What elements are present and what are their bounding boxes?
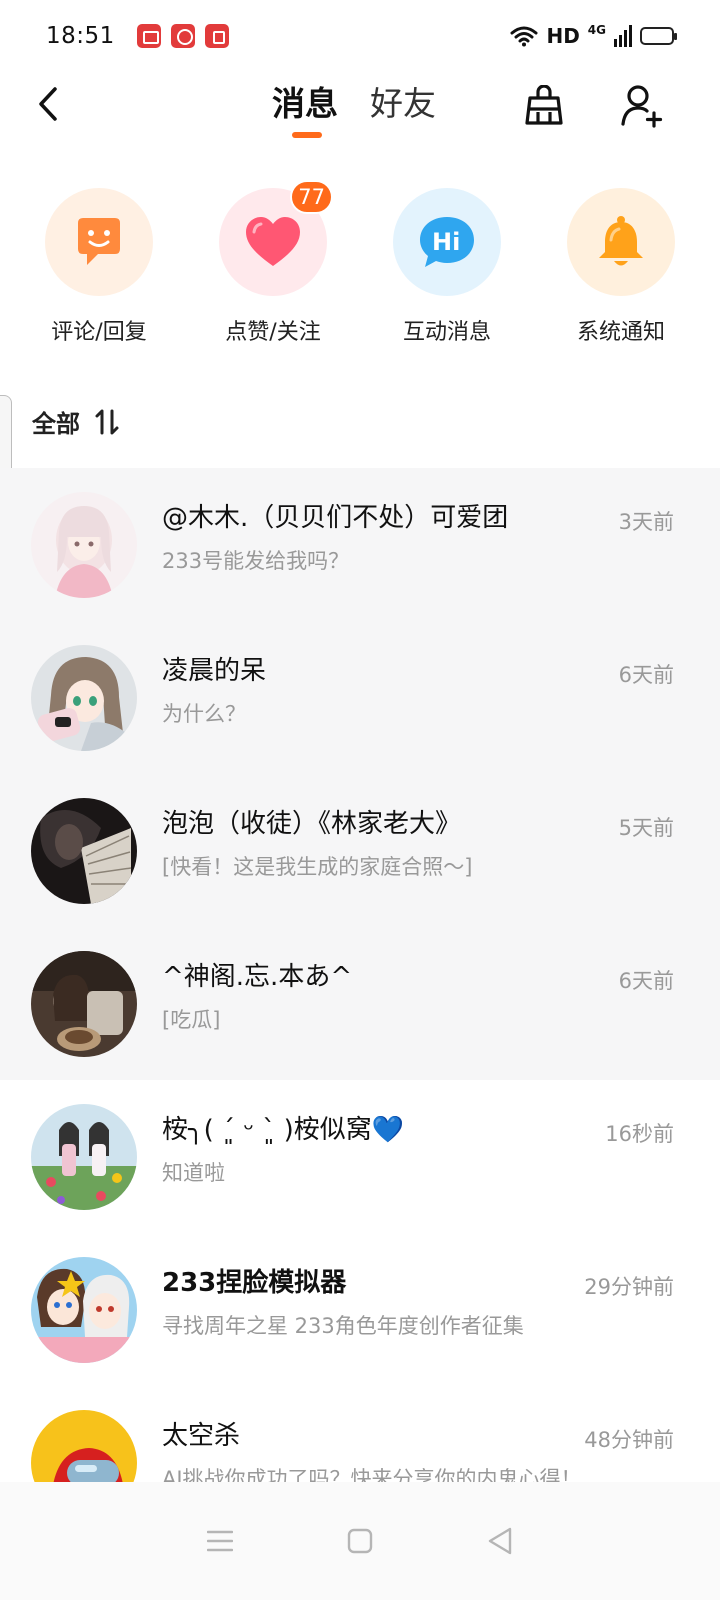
conversation-row[interactable]: 233捏脸模拟器 寻找周年之星 233角色年度创作者征集 29分钟前	[0, 1233, 720, 1386]
add-friend-button[interactable]	[618, 82, 666, 130]
home-icon	[347, 1528, 373, 1554]
conversation-name: 桉╮( ´͈ ᵕ `͈ )桉似窝💙	[162, 1115, 405, 1145]
top-header: 消息 好友	[0, 72, 720, 154]
svg-text:Hi: Hi	[432, 228, 460, 256]
conversation-time: 29分钟前	[584, 1275, 674, 1299]
add-friend-icon	[621, 85, 663, 128]
home-button[interactable]	[338, 1519, 382, 1563]
conversation-time: 5天前	[618, 816, 674, 840]
status-time: 18:51	[46, 23, 115, 49]
conversation-time: 6天前	[618, 663, 674, 687]
conversation-list: @木木.（贝贝们不处）可爱团 233号能发给我吗？ 3天前 凌晨的呆 为什么？ …	[0, 468, 720, 1482]
avatar	[31, 1410, 137, 1482]
conversation-message: [吃瓜]	[162, 1008, 221, 1032]
category-comments-label: 评论/回复	[51, 320, 147, 345]
tab-friends[interactable]: 好友	[370, 80, 436, 140]
battery-icon	[640, 27, 677, 45]
conversation-message: 知道啦	[162, 1161, 225, 1185]
conversation-row[interactable]: 桉╮( ´͈ ᵕ `͈ )桉似窝💙 知道啦 16秒前	[0, 1080, 720, 1233]
likes-badge: 77	[290, 180, 333, 214]
status-bar: 18:51 HD 4G	[0, 0, 720, 72]
signal-icon	[614, 25, 632, 47]
shop-app-icon	[170, 24, 195, 48]
wifi-icon	[510, 26, 538, 47]
conversation-row[interactable]: 太空杀 AI挑战你成功了吗？快来分享你的内鬼心得！ 48分钟前	[0, 1386, 720, 1482]
avatar	[31, 1104, 137, 1210]
avatar	[31, 645, 137, 751]
conversation-message: AI挑战你成功了吗？快来分享你的内鬼心得！	[162, 1467, 582, 1482]
conversation-name: 太空杀	[162, 1421, 241, 1451]
tab-active-indicator	[292, 132, 322, 138]
avatar	[31, 1257, 137, 1363]
avatar	[31, 951, 137, 1057]
notification-app-icon	[204, 24, 229, 48]
conversation-time: 6天前	[618, 969, 674, 993]
conversation-name: 泡泡（收徒）《林家老大》	[162, 809, 462, 839]
bell-icon	[599, 216, 643, 266]
tab-messages-label: 消息	[272, 84, 338, 123]
conversation-name: ^神阁.忘.本あ^	[162, 962, 353, 992]
conversation-time: 48分钟前	[584, 1428, 674, 1452]
conversation-message: 寻找周年之星 233角色年度创作者征集	[162, 1314, 524, 1338]
tab-bar: 消息 好友	[272, 80, 436, 140]
recent-apps-button[interactable]	[198, 1519, 242, 1563]
category-likes-label: 点赞/关注	[225, 320, 321, 345]
heart-icon	[246, 217, 300, 266]
filter-row[interactable]: 全部	[32, 404, 120, 439]
category-likes-circle: 77	[219, 180, 333, 296]
video-app-icon	[136, 24, 161, 48]
conversation-message: [快看！这是我生成的家庭合照～]	[162, 855, 473, 879]
conversation-message: 233号能发给我吗？	[162, 549, 350, 573]
back-triangle-icon	[488, 1527, 512, 1555]
conversation-row[interactable]: @木木.（贝贝们不处）可爱团 233号能发给我吗？ 3天前	[0, 468, 720, 621]
conversation-time: 3天前	[618, 510, 674, 534]
conversation-row[interactable]: ^神阁.忘.本あ^ [吃瓜] 6天前	[0, 927, 720, 1080]
filter-label: 全部	[32, 410, 80, 438]
broom-icon	[525, 85, 563, 125]
category-system-label: 系统通知	[576, 320, 665, 345]
clean-button[interactable]	[520, 82, 568, 130]
conversation-row[interactable]: 凌晨的呆 为什么？ 6天前	[0, 621, 720, 774]
sort-icon	[95, 409, 119, 434]
status-app-icons	[136, 24, 229, 48]
conversation-name: @木木.（贝贝们不处）可爱团	[162, 503, 509, 533]
category-system[interactable]: 系统通知	[541, 188, 701, 358]
comment-icon	[78, 218, 120, 265]
conversation-name: 凌晨的呆	[162, 656, 267, 686]
category-interactions-circle: Hi	[393, 188, 501, 296]
category-row: 评论/回复 77 点赞/关注 Hi 互动消息 系统通知	[0, 180, 720, 358]
category-interactions[interactable]: Hi 互动消息	[367, 188, 527, 358]
category-comments[interactable]: 评论/回复	[19, 188, 179, 358]
conversation-name: 233捏脸模拟器	[162, 1268, 347, 1298]
hi-icon: Hi	[420, 217, 474, 267]
tab-friends-label: 好友	[370, 84, 436, 123]
conversation-time: 16秒前	[605, 1122, 674, 1146]
system-back-button[interactable]	[478, 1519, 522, 1563]
conversation-row[interactable]: 泡泡（收徒）《林家老大》 [快看！这是我生成的家庭合照～] 5天前	[0, 774, 720, 927]
category-system-circle	[567, 188, 675, 296]
conversation-message: 为什么？	[162, 702, 246, 726]
hd-indicator: HD	[546, 24, 580, 48]
menu-icon	[207, 1530, 233, 1552]
back-button[interactable]	[28, 82, 68, 126]
tab-messages[interactable]: 消息	[272, 80, 338, 140]
category-comments-circle	[45, 188, 153, 296]
category-likes[interactable]: 77 点赞/关注	[193, 180, 353, 358]
avatar	[31, 798, 137, 904]
back-icon	[39, 87, 57, 121]
avatar	[31, 492, 137, 598]
category-interactions-label: 互动消息	[402, 320, 491, 345]
network-type: 4G	[587, 23, 606, 37]
system-nav-bar	[0, 1482, 720, 1600]
